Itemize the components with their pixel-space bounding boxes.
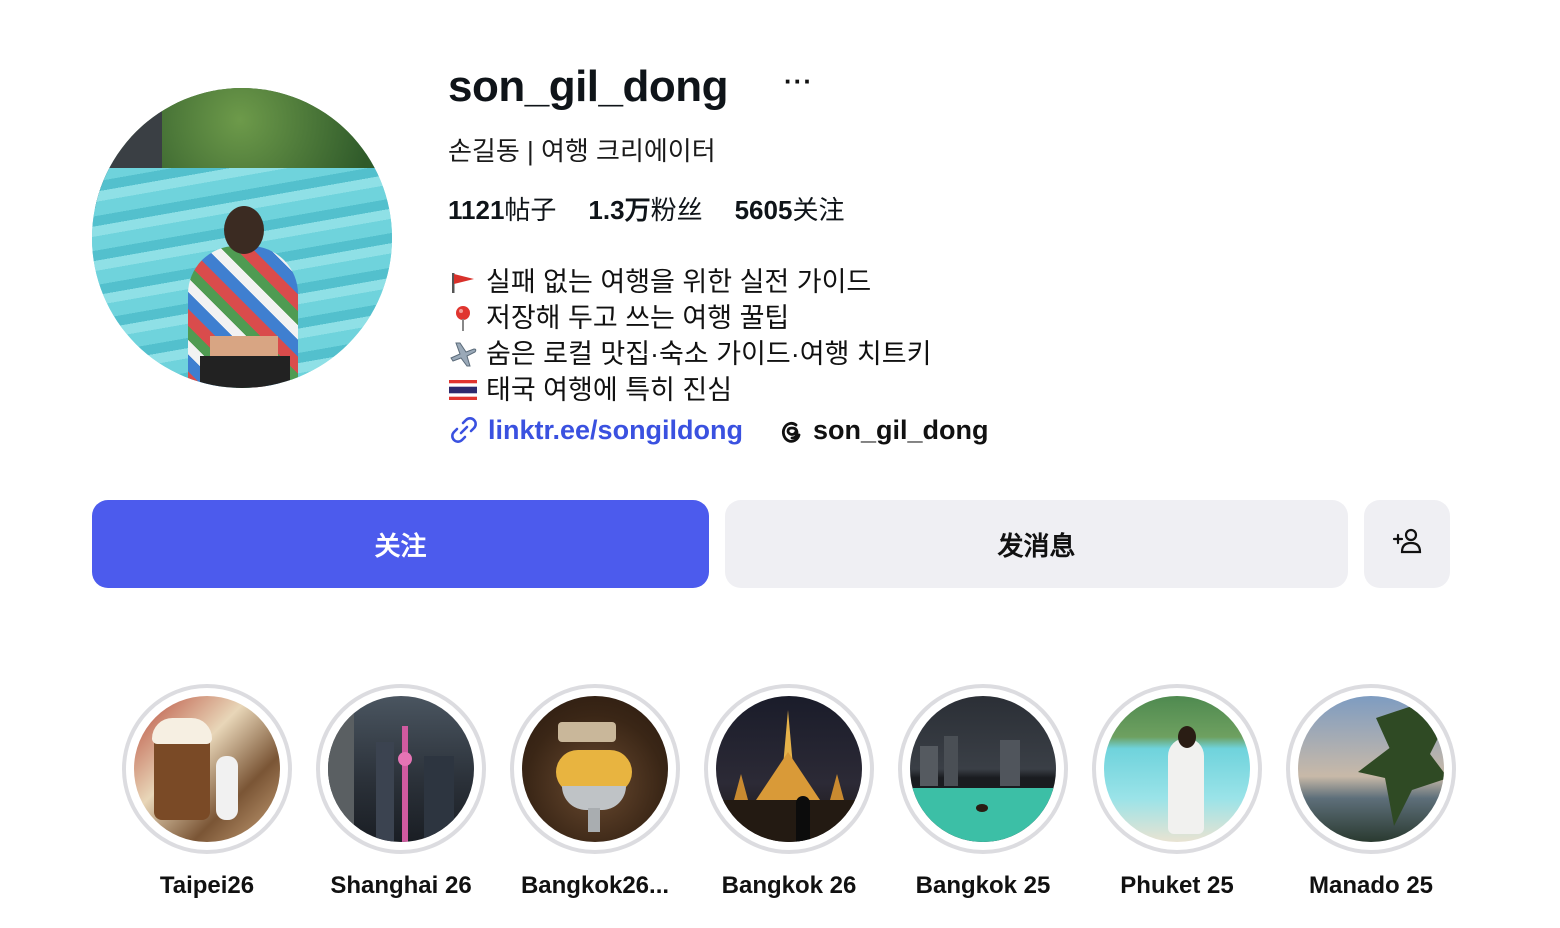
external-link-text: linktr.ee/songildong bbox=[488, 414, 744, 445]
highlight-ring bbox=[1092, 684, 1262, 854]
pushpin-icon bbox=[448, 305, 478, 331]
profile-links: linktr.ee/songildong son_gil_dong bbox=[448, 414, 989, 446]
highlight-ring bbox=[122, 684, 292, 854]
threads-link[interactable]: son_gil_dong bbox=[775, 415, 989, 446]
highlight-label: Bangkok 26 bbox=[721, 872, 857, 899]
bio-line: 숨은 로컬 맛집·숙소 가이드·여행 치트키 bbox=[448, 336, 931, 372]
story-highlight[interactable]: Bangkok26... bbox=[510, 684, 680, 900]
story-highlight[interactable]: Shanghai 26 bbox=[316, 684, 486, 900]
bio-text: 저장해 두고 쓰는 여행 꿀팁 bbox=[486, 303, 790, 333]
avatar-person-head bbox=[224, 206, 264, 254]
highlight-ring bbox=[510, 684, 680, 854]
story-highlight[interactable]: Bangkok 26 bbox=[704, 684, 874, 900]
highlight-ring bbox=[316, 684, 486, 854]
stat-following-count: 5605 bbox=[734, 195, 793, 225]
profile-stats: 1121 帖子 1.3万 粉丝 5605 关注 bbox=[448, 190, 844, 227]
story-highlight[interactable]: Taipei26 bbox=[122, 684, 292, 900]
threads-icon bbox=[775, 415, 805, 445]
airplane-icon bbox=[448, 341, 478, 367]
bio-line: 실패 없는 여행을 위한 실전 가이드 bbox=[448, 264, 931, 300]
external-link[interactable]: linktr.ee/songildong bbox=[448, 414, 743, 446]
more-options-button[interactable]: ··· bbox=[784, 66, 813, 97]
avatar-person-skin bbox=[210, 336, 278, 356]
highlight-thumbnail bbox=[134, 696, 280, 842]
threads-link-text: son_gil_dong bbox=[813, 414, 989, 445]
highlight-thumbnail bbox=[328, 696, 474, 842]
highlight-thumbnail bbox=[1104, 696, 1250, 842]
link-icon bbox=[448, 414, 480, 446]
story-highlight[interactable]: Manado 25 bbox=[1286, 684, 1456, 900]
highlight-label: Shanghai 26 bbox=[330, 872, 472, 899]
avatar-hedge bbox=[162, 88, 392, 168]
stat-followers-label: 粉丝 bbox=[650, 195, 703, 225]
profile-full-name: 손길동 | 여행 크리에이터 bbox=[448, 136, 716, 166]
highlight-thumbnail bbox=[910, 696, 1056, 842]
highlight-thumbnail bbox=[716, 696, 862, 842]
bio-line: 저장해 두고 쓰는 여행 꿀팁 bbox=[448, 300, 931, 336]
message-button[interactable]: 发消息 bbox=[725, 500, 1348, 588]
stat-posts-label: 帖子 bbox=[504, 195, 557, 225]
bio-text: 숨은 로컬 맛집·숙소 가이드·여행 치트키 bbox=[486, 339, 932, 369]
thailand-flag-icon bbox=[448, 377, 478, 403]
follow-button[interactable]: 关注 bbox=[92, 500, 709, 588]
stat-posts-count: 1121 bbox=[448, 195, 505, 225]
profile-page: son_gil_dong ··· 손길동 | 여행 크리에이터 1121 帖子 … bbox=[0, 0, 1560, 928]
highlight-ring bbox=[1286, 684, 1456, 854]
story-highlight[interactable]: Phuket 25 bbox=[1092, 684, 1262, 900]
add-person-icon bbox=[1391, 526, 1423, 563]
highlight-thumbnail bbox=[1298, 696, 1444, 842]
profile-username: son_gil_dong bbox=[448, 62, 729, 111]
bio-line: 태국 여행에 특히 진심 bbox=[448, 372, 931, 408]
highlight-label: Bangkok 25 bbox=[915, 872, 1051, 899]
stat-posts[interactable]: 1121 帖子 bbox=[448, 190, 556, 227]
highlight-label: Bangkok26... bbox=[520, 872, 670, 899]
profile-bio: 실패 없는 여행을 위한 실전 가이드 저장해 두고 쓰는 여행 꿀팁 숨은 로… bbox=[448, 264, 931, 408]
stat-following-label: 关注 bbox=[792, 195, 845, 225]
highlight-label: Phuket 25 bbox=[1120, 872, 1234, 899]
highlight-label: Taipei26 bbox=[159, 872, 255, 899]
stat-followers-count: 1.3万 bbox=[588, 195, 651, 225]
highlight-ring bbox=[898, 684, 1068, 854]
stat-following[interactable]: 5605 关注 bbox=[735, 190, 845, 227]
highlight-thumbnail bbox=[522, 696, 668, 842]
stat-followers[interactable]: 1.3万 粉丝 bbox=[588, 190, 702, 227]
red-flag-icon bbox=[448, 269, 478, 295]
bio-text: 실패 없는 여행을 위한 실전 가이드 bbox=[486, 267, 872, 297]
highlight-ring bbox=[704, 684, 874, 854]
highlight-label: Manado 25 bbox=[1308, 872, 1434, 899]
bio-text: 태국 여행에 특히 진심 bbox=[486, 375, 733, 405]
profile-avatar[interactable] bbox=[92, 88, 392, 388]
suggest-users-button[interactable] bbox=[1364, 500, 1450, 588]
avatar-person-pants bbox=[200, 356, 290, 388]
story-highlight[interactable]: Bangkok 25 bbox=[898, 684, 1068, 900]
